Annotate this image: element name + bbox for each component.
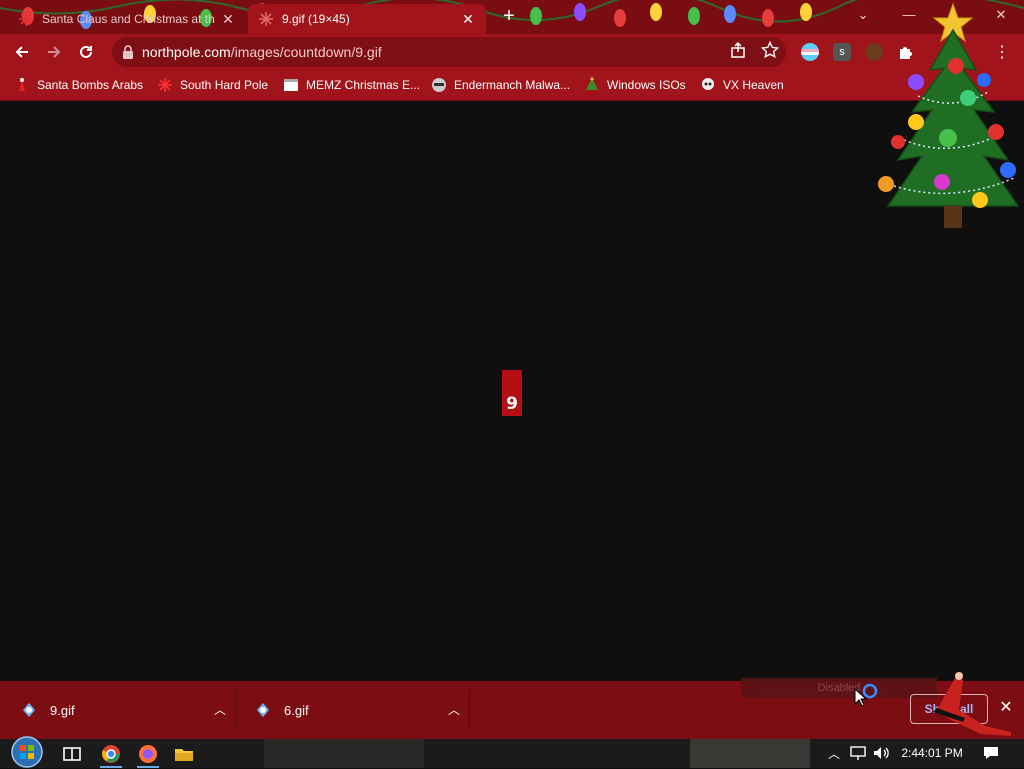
windows-taskbar: ︿ 2:44:01 PM bbox=[0, 736, 1024, 768]
reload-icon bbox=[80, 45, 92, 58]
bookmark-south-hard-pole[interactable]: South Hard Pole bbox=[157, 76, 268, 94]
flag-extension-icon[interactable] bbox=[801, 43, 819, 61]
url-path: /images/countdown/9.gif bbox=[230, 44, 382, 60]
download-item-6-gif[interactable]: 6.gif ︿ bbox=[254, 693, 460, 727]
start-orb-icon[interactable] bbox=[10, 735, 44, 769]
gif-file-icon bbox=[257, 703, 269, 717]
snowflake-icon bbox=[19, 12, 33, 26]
close-window-button[interactable]: ✕ bbox=[978, 0, 1024, 30]
page-icon bbox=[284, 79, 298, 91]
tab-search-chevron-icon[interactable]: ⌄ bbox=[840, 0, 886, 30]
tree-icon bbox=[586, 77, 598, 90]
file-explorer-icon[interactable] bbox=[173, 743, 195, 765]
bookmark-vx-heaven[interactable]: VX Heaven bbox=[700, 76, 784, 94]
avatar-extension-icon[interactable] bbox=[865, 43, 883, 61]
new-tab-button[interactable]: + bbox=[498, 6, 520, 28]
chevron-up-icon[interactable]: ︿ bbox=[214, 701, 226, 718]
bookmark-windows-isos[interactable]: Windows ISOs bbox=[584, 76, 686, 94]
task-view-icon[interactable] bbox=[61, 743, 83, 765]
share-icon[interactable] bbox=[729, 41, 747, 59]
firefox-icon[interactable] bbox=[137, 743, 159, 765]
snowflake-icon bbox=[158, 78, 172, 92]
tab-title: Santa Claus and Christmas at th bbox=[42, 12, 215, 26]
bookmark-label: MEMZ Christmas E... bbox=[306, 78, 421, 92]
chevron-up-icon[interactable]: ︿ bbox=[448, 701, 460, 718]
bookmark-label: VX Heaven bbox=[723, 78, 784, 92]
tab-strip: Santa Claus and Christmas at th ✕ 9.gif … bbox=[0, 0, 1024, 34]
download-filename: 9.gif bbox=[50, 702, 75, 718]
menu-kebab-icon[interactable]: ⋮ bbox=[990, 40, 1014, 64]
arrow-right-icon bbox=[48, 46, 61, 58]
lock-icon bbox=[123, 45, 133, 59]
taskbar-clock[interactable]: 2:44:01 PM bbox=[896, 746, 968, 760]
tab-santa-claus[interactable]: Santa Claus and Christmas at th ✕ bbox=[8, 4, 246, 34]
volume-icon[interactable] bbox=[872, 744, 890, 762]
santa-icon bbox=[19, 78, 25, 91]
tab-close-icon[interactable]: ✕ bbox=[460, 11, 476, 28]
image-viewer-content: 9 bbox=[0, 101, 1024, 681]
bookmark-memz-christmas[interactable]: MEMZ Christmas E... bbox=[283, 76, 420, 94]
tab-close-icon[interactable]: ✕ bbox=[220, 11, 236, 28]
bookmark-label: Santa Bombs Arabs bbox=[37, 78, 144, 92]
minimize-button[interactable]: — bbox=[886, 0, 932, 30]
disabled-tooltip: Disabled bbox=[741, 678, 937, 698]
bookmarks-bar: Santa Bombs Arabs South Hard Pole MEMZ C… bbox=[0, 70, 1024, 101]
raccoon-icon bbox=[432, 78, 446, 92]
download-item-9-gif[interactable]: 9.gif ︿ bbox=[20, 693, 226, 727]
bookmark-label: South Hard Pole bbox=[180, 78, 269, 92]
bookmark-label: Endermanch Malwa... bbox=[454, 78, 571, 92]
puzzle-extensions-icon[interactable] bbox=[897, 43, 915, 61]
network-icon[interactable] bbox=[849, 744, 867, 762]
download-filename: 6.gif bbox=[284, 702, 309, 718]
forward-button[interactable] bbox=[42, 40, 66, 64]
countdown-gif-image: 9 bbox=[502, 370, 522, 416]
blurred-region bbox=[690, 739, 810, 768]
snowflake-icon bbox=[259, 12, 273, 26]
blurred-region bbox=[264, 739, 424, 768]
tab-9-gif[interactable]: 9.gif (19×45) ✕ bbox=[248, 4, 486, 34]
back-button[interactable] bbox=[10, 40, 34, 64]
countdown-digit: 9 bbox=[506, 394, 518, 414]
reload-button[interactable] bbox=[74, 40, 98, 64]
bookmark-endermanch-malware[interactable]: Endermanch Malwa... bbox=[431, 76, 570, 94]
tab-title: 9.gif (19×45) bbox=[282, 12, 350, 26]
url-domain: northpole.com bbox=[142, 44, 231, 60]
browser-toolbar: northpole.com/images/countdown/9.gif s ⋮ bbox=[0, 34, 1024, 70]
bookmark-label: Windows ISOs bbox=[607, 78, 686, 92]
tray-overflow-chevron-icon[interactable]: ︿ bbox=[828, 745, 840, 762]
dancer-overlay-image bbox=[933, 672, 1011, 736]
chrome-icon[interactable] bbox=[100, 743, 122, 765]
s-extension-icon[interactable]: s bbox=[833, 43, 851, 61]
bookmark-santa-bombs-arabs[interactable]: Santa Bombs Arabs bbox=[14, 76, 143, 94]
divider bbox=[469, 689, 470, 731]
arrow-left-icon bbox=[15, 46, 28, 58]
divider bbox=[236, 689, 237, 731]
notification-center-icon[interactable] bbox=[982, 744, 1000, 762]
gif-file-icon bbox=[23, 703, 35, 717]
url-text: northpole.com/images/countdown/9.gif bbox=[142, 44, 382, 60]
skull-icon bbox=[702, 78, 714, 90]
mouse-cursor-icon bbox=[854, 688, 868, 707]
address-bar[interactable]: northpole.com/images/countdown/9.gif bbox=[112, 37, 786, 67]
bookmark-star-icon[interactable] bbox=[761, 41, 779, 59]
